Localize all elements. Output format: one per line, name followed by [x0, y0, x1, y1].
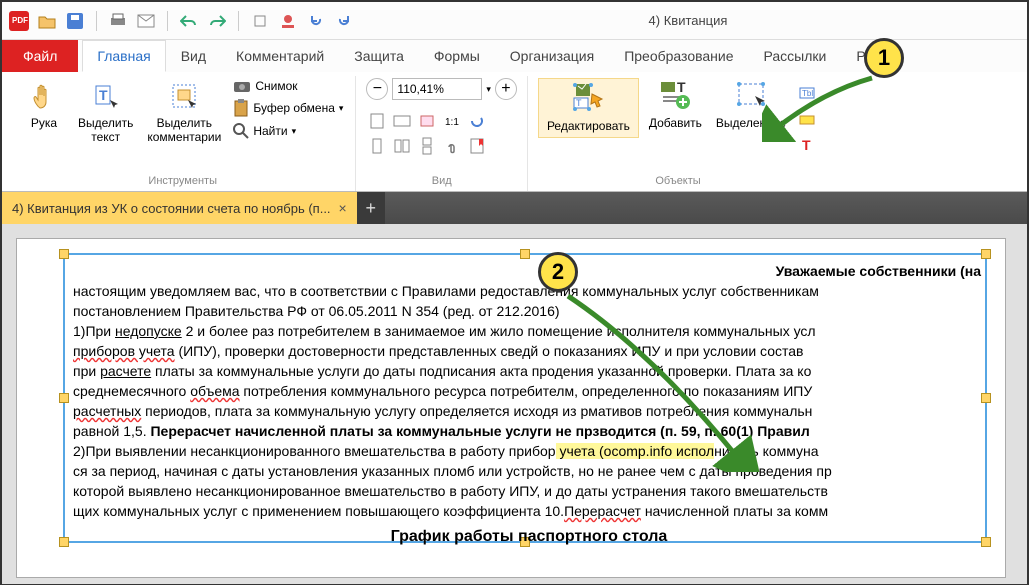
rotate-icon[interactable]: [466, 110, 488, 132]
close-tab-icon[interactable]: ×: [339, 200, 347, 216]
rotate-right-icon[interactable]: [333, 10, 355, 32]
select-comments-icon: [168, 80, 200, 112]
resize-handle[interactable]: [59, 537, 69, 547]
svg-text:T: T: [576, 98, 582, 108]
stamp-icon[interactable]: [277, 10, 299, 32]
document-tab-label: 4) Квитанция из УК о состоянии счета по …: [12, 201, 331, 216]
group-tools: Рука T Выделить текст Выделить комментар…: [10, 76, 356, 191]
page-area: Уважаемые собственники (на настоящим уве…: [2, 224, 1027, 584]
resize-handle[interactable]: [59, 249, 69, 259]
tab-home[interactable]: Главная: [82, 40, 165, 72]
select-text-label: Выделить текст: [78, 116, 133, 144]
clipboard-icon: [233, 99, 249, 117]
search-icon: [233, 123, 249, 139]
doc-heading: Уважаемые собственники (на: [73, 261, 985, 281]
redo-icon[interactable]: [206, 10, 228, 32]
svg-text:T: T: [99, 87, 108, 103]
single-page-icon[interactable]: [366, 135, 388, 157]
select-text-icon: T: [90, 80, 122, 112]
resize-handle[interactable]: [981, 249, 991, 259]
edit-button[interactable]: T Редактировать: [538, 78, 639, 138]
tab-convert[interactable]: Преобразование: [609, 40, 748, 72]
quick-access-toolbar: PDF: [8, 10, 355, 32]
continuous-icon[interactable]: [416, 135, 438, 157]
save-icon[interactable]: [64, 10, 86, 32]
add-label: Добавить: [649, 116, 702, 130]
hand-label: Рука: [31, 116, 57, 130]
app-icon: PDF: [8, 10, 30, 32]
tab-file[interactable]: Файл: [2, 40, 78, 72]
snapshot-button[interactable]: Снимок: [231, 78, 345, 94]
add-icon: T: [659, 80, 691, 112]
print-icon[interactable]: [107, 10, 129, 32]
resize-handle[interactable]: [520, 249, 530, 259]
zoom-out-button[interactable]: −: [366, 78, 388, 100]
new-tab-button[interactable]: +: [357, 192, 385, 224]
select-comments-label: Выделить комментарии: [147, 116, 221, 144]
group-view-label: Вид: [432, 173, 452, 189]
annotation-arrow-2: [562, 292, 762, 472]
annotation-callout-1: 1: [864, 38, 904, 78]
annotation-arrow-1: [762, 72, 882, 142]
tab-comment[interactable]: Комментарий: [221, 40, 339, 72]
hand-icon: [28, 80, 60, 112]
actual-size-icon[interactable]: 1:1: [441, 110, 463, 132]
title-bar: PDF 4) Квитанция: [2, 2, 1027, 40]
resize-handle[interactable]: [59, 393, 69, 403]
bookmarks-icon[interactable]: [466, 135, 488, 157]
find-button[interactable]: Найти▾: [231, 122, 345, 140]
zoom-in-button[interactable]: +: [495, 78, 517, 100]
open-icon[interactable]: [36, 10, 58, 32]
zoom-input[interactable]: [392, 78, 482, 100]
rotate-left-icon[interactable]: [305, 10, 327, 32]
svg-text:1:1: 1:1: [445, 117, 459, 128]
edit-icon: T: [572, 83, 604, 115]
tab-protect[interactable]: Защита: [339, 40, 419, 72]
document-page[interactable]: Уважаемые собственники (на настоящим уве…: [16, 238, 1006, 578]
tab-view[interactable]: Вид: [166, 40, 221, 72]
tab-forms[interactable]: Формы: [419, 40, 495, 72]
fit-width-icon[interactable]: [391, 110, 413, 132]
add-button[interactable]: T Добавить: [645, 78, 706, 132]
camera-icon: [233, 79, 251, 93]
tab-mail[interactable]: Рассылки: [749, 40, 842, 72]
attach-icon[interactable]: [441, 135, 463, 157]
edit-label: Редактировать: [547, 119, 630, 133]
select-text-button[interactable]: T Выделить текст: [74, 78, 137, 146]
group-view: − ▾ + 1:1 Вид: [356, 76, 528, 191]
mail-icon[interactable]: [135, 10, 157, 32]
zoom-dropdown[interactable]: ▾: [486, 84, 491, 95]
group-tools-label: Инструменты: [148, 173, 217, 189]
document-tabs: 4) Квитанция из УК о состоянии счета по …: [2, 192, 1027, 224]
facing-icon[interactable]: [391, 135, 413, 157]
document-text: Уважаемые собственники (на настоящим уве…: [73, 261, 985, 547]
undo-icon[interactable]: [178, 10, 200, 32]
svg-text:T: T: [677, 80, 686, 95]
window-title: 4) Квитанция: [355, 13, 1021, 28]
scroll-icon[interactable]: [249, 10, 271, 32]
doc-subheading: График работы паспортного стола: [73, 527, 985, 547]
select-comments-button[interactable]: Выделить комментарии: [143, 78, 225, 146]
hand-button[interactable]: Рука: [20, 78, 68, 132]
fit-visible-icon[interactable]: [416, 110, 438, 132]
annotation-callout-2: 2: [538, 252, 578, 292]
document-tab[interactable]: 4) Квитанция из УК о состоянии счета по …: [2, 192, 357, 224]
view-icon-grid: 1:1: [366, 106, 496, 157]
group-objects-label: Объекты: [655, 173, 700, 189]
tab-organize[interactable]: Организация: [495, 40, 609, 72]
clipboard-button[interactable]: Буфер обмена▾: [231, 98, 345, 118]
fit-page-icon[interactable]: [366, 110, 388, 132]
svg-text:PDF: PDF: [12, 16, 28, 25]
